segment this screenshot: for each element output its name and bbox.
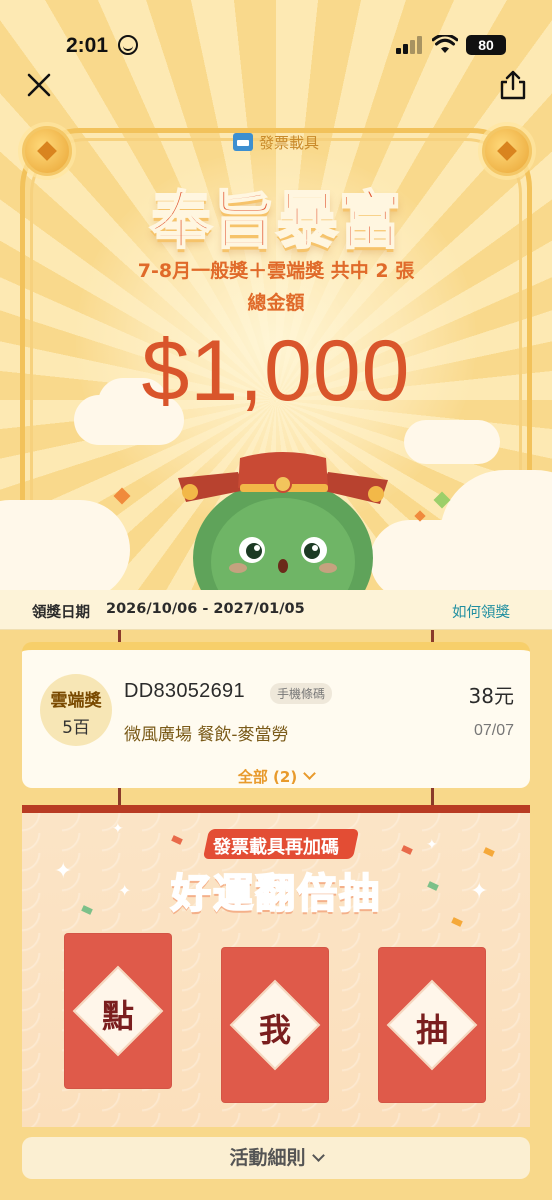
total-amount: $1,000 bbox=[141, 323, 411, 419]
lucky-draw-panel: ✦ ✦ ✦ ✦ ✦ 發票載具再加碼 好運翻倍抽 點 我 抽 bbox=[22, 805, 530, 1127]
carrier-type-badge: 手機條碼 bbox=[270, 683, 333, 704]
hanging-string bbox=[118, 788, 121, 806]
carrier-tag: 發票載具 bbox=[0, 132, 552, 153]
red-envelope-1[interactable]: 點 bbox=[64, 933, 172, 1089]
battery-indicator: 80 bbox=[466, 35, 506, 55]
activity-details-label: 活動細則 bbox=[229, 1147, 306, 1169]
mascot-illustration bbox=[178, 452, 388, 592]
invoice-carrier-icon bbox=[232, 133, 253, 151]
prize-amount: 5百 bbox=[62, 718, 90, 738]
envelope-char: 我 bbox=[258, 1011, 291, 1049]
focus-mode-icon bbox=[118, 35, 138, 55]
envelope-char: 抽 bbox=[415, 1011, 448, 1049]
hanging-string bbox=[431, 788, 434, 806]
chevron-down-icon bbox=[303, 767, 317, 780]
invoice-amount: 38元 bbox=[468, 684, 514, 708]
close-icon[interactable] bbox=[24, 70, 54, 100]
how-to-claim-link[interactable]: 如何領獎 bbox=[452, 601, 510, 622]
draw-subtitle: 發票載具再加碼 bbox=[213, 837, 339, 858]
status-time: 2:01 bbox=[66, 34, 109, 57]
claim-date-bar: 領獎日期 2026/10/06 - 2027/01/05 如何領獎 bbox=[0, 590, 552, 630]
invoice-number: DD83052691 bbox=[124, 680, 245, 702]
red-envelope-2[interactable]: 我 bbox=[221, 947, 329, 1103]
claim-date-label: 領獎日期 bbox=[32, 605, 90, 621]
hero-subline: 7-8月一般獎＋雲端獎 共中 2 張 bbox=[137, 260, 415, 282]
winning-invoice-card[interactable]: 雲端獎 5百 DD83052691 手機條碼 38元 微風廣場 餐飲-麥當勞 0… bbox=[22, 642, 530, 788]
cellular-signal-icon bbox=[396, 36, 424, 54]
invoice-store: 微風廣場 餐飲-麥當勞 bbox=[124, 725, 289, 745]
status-bar: 2:01 80 bbox=[0, 0, 552, 60]
cloud-decoration bbox=[404, 420, 500, 464]
prize-type: 雲端獎 bbox=[50, 691, 102, 711]
wifi-icon bbox=[432, 35, 458, 53]
draw-title: 好運翻倍抽 bbox=[170, 870, 381, 918]
red-envelope-3[interactable]: 抽 bbox=[378, 947, 486, 1103]
carrier-tag-label: 發票載具 bbox=[258, 134, 319, 152]
hero-banner: 2:01 80 發票載具 奉旨暴富 7-8月一般獎＋雲端獎 共中 2 張 總金額… bbox=[0, 0, 552, 592]
invoice-date: 07/07 bbox=[473, 722, 514, 739]
cloud-decoration bbox=[0, 500, 130, 592]
show-all-invoices-button[interactable]: 全部 (2) bbox=[22, 766, 530, 787]
hero-headline: 奉旨暴富 bbox=[149, 183, 402, 258]
show-all-label: 全部 (2) bbox=[237, 768, 298, 786]
activity-details-button[interactable]: 活動細則 bbox=[22, 1137, 530, 1179]
prize-badge: 雲端獎 5百 bbox=[40, 674, 112, 746]
share-icon[interactable] bbox=[496, 68, 530, 102]
chevron-down-icon bbox=[311, 1149, 325, 1162]
envelope-char: 點 bbox=[101, 997, 134, 1035]
total-label: 總金額 bbox=[247, 292, 305, 314]
claim-date-range: 2026/10/06 - 2027/01/05 bbox=[106, 601, 305, 617]
